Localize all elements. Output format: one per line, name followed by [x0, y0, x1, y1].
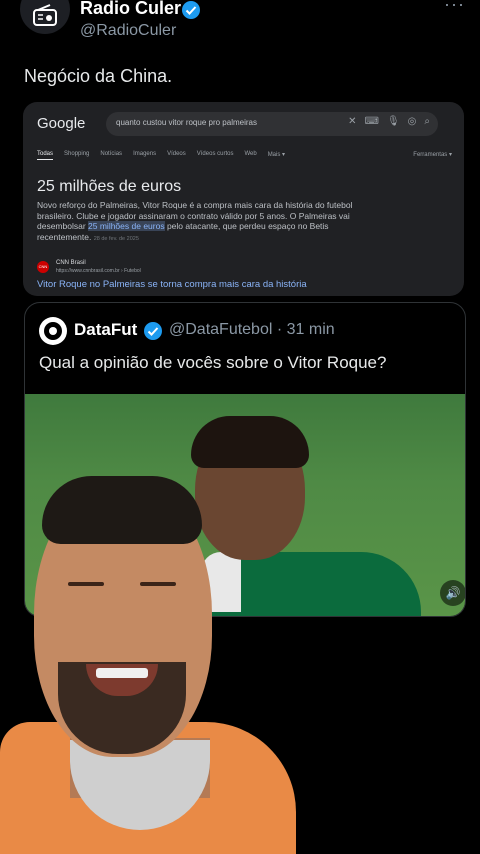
- cnn-logo-icon: CNN: [37, 261, 49, 273]
- profile-avatar[interactable]: [20, 0, 70, 34]
- featured-snippet: Novo reforço do Palmeiras, Vitor Roque é…: [37, 200, 367, 244]
- tab-todas: Todas: [37, 151, 54, 160]
- soccer-ball-icon: [44, 322, 62, 340]
- tab-noticias: Notícias: [100, 151, 123, 157]
- source-name: CNN Brasil: [56, 260, 86, 266]
- user-handle[interactable]: @RadioCuler: [80, 22, 176, 40]
- tweet-header: Radio Culer @RadioCuler ···: [0, 0, 480, 50]
- tweet-text: Negócio da China.: [24, 66, 173, 86]
- player-hair: [191, 416, 309, 468]
- tools-label: Ferramentas ▾: [413, 152, 452, 158]
- google-tabs: Todas Shopping Notícias Imagens Vídeos V…: [37, 151, 285, 160]
- speaker-icon[interactable]: 🔊: [440, 580, 465, 606]
- microphone-icon: 🎙: [386, 116, 400, 127]
- search-bar-icons: ✕ ⌨ 🎙 ◎ ⌕: [348, 116, 430, 127]
- featured-answer: 25 milhões de euros: [37, 178, 182, 195]
- tab-videos-curtos: Vídeos curtos: [196, 151, 234, 157]
- keyboard-icon: ⌨: [364, 116, 379, 127]
- result-link: Vitor Roque no Palmeiras se torna compra…: [37, 279, 307, 290]
- display-name[interactable]: Radio Culer: [80, 0, 181, 19]
- search-icon: ⌕: [424, 116, 430, 127]
- tab-imagens: Imagens: [133, 151, 157, 157]
- quoted-avatar[interactable]: [39, 317, 67, 345]
- reactor-eye-left: [68, 582, 104, 586]
- close-icon: ✕: [348, 116, 357, 127]
- source-url: https://www.cnnbrasil.com.br › Futebol: [56, 268, 141, 274]
- google-logo: Google: [37, 115, 86, 132]
- google-screenshot-image[interactable]: Google quanto custou vitor roque pro pal…: [23, 102, 464, 296]
- quoted-tweet-text: Qual a opinião de vocês sobre o Vitor Ro…: [39, 353, 387, 372]
- tab-web: Web: [244, 151, 257, 157]
- tab-videos: Vídeos: [167, 151, 186, 157]
- more-options-icon[interactable]: ···: [444, 0, 465, 15]
- google-search-bar: quanto custou vitor roque pro palmeiras …: [106, 112, 438, 136]
- reactor-hair: [42, 476, 202, 544]
- tab-mais: Mais ▾: [267, 152, 286, 158]
- search-query: quanto custou vitor roque pro palmeiras: [116, 118, 257, 127]
- tab-shopping: Shopping: [64, 151, 90, 157]
- reactor-eye-right: [140, 582, 176, 586]
- verified-badge-icon: [144, 322, 162, 340]
- quoted-display-name[interactable]: DataFut: [74, 320, 137, 340]
- snippet-highlight: 25 milhões de euros: [88, 221, 165, 231]
- radio-icon: [33, 4, 57, 26]
- lens-icon: ◎: [407, 116, 417, 127]
- snippet-date: 28 de fev. de 2025: [93, 235, 139, 242]
- reactor-teeth: [96, 668, 148, 678]
- verified-badge-icon: [182, 1, 200, 19]
- quoted-handle[interactable]: @DataFutebol · 31 min: [169, 321, 335, 339]
- reactor-video-overlay: [0, 472, 300, 854]
